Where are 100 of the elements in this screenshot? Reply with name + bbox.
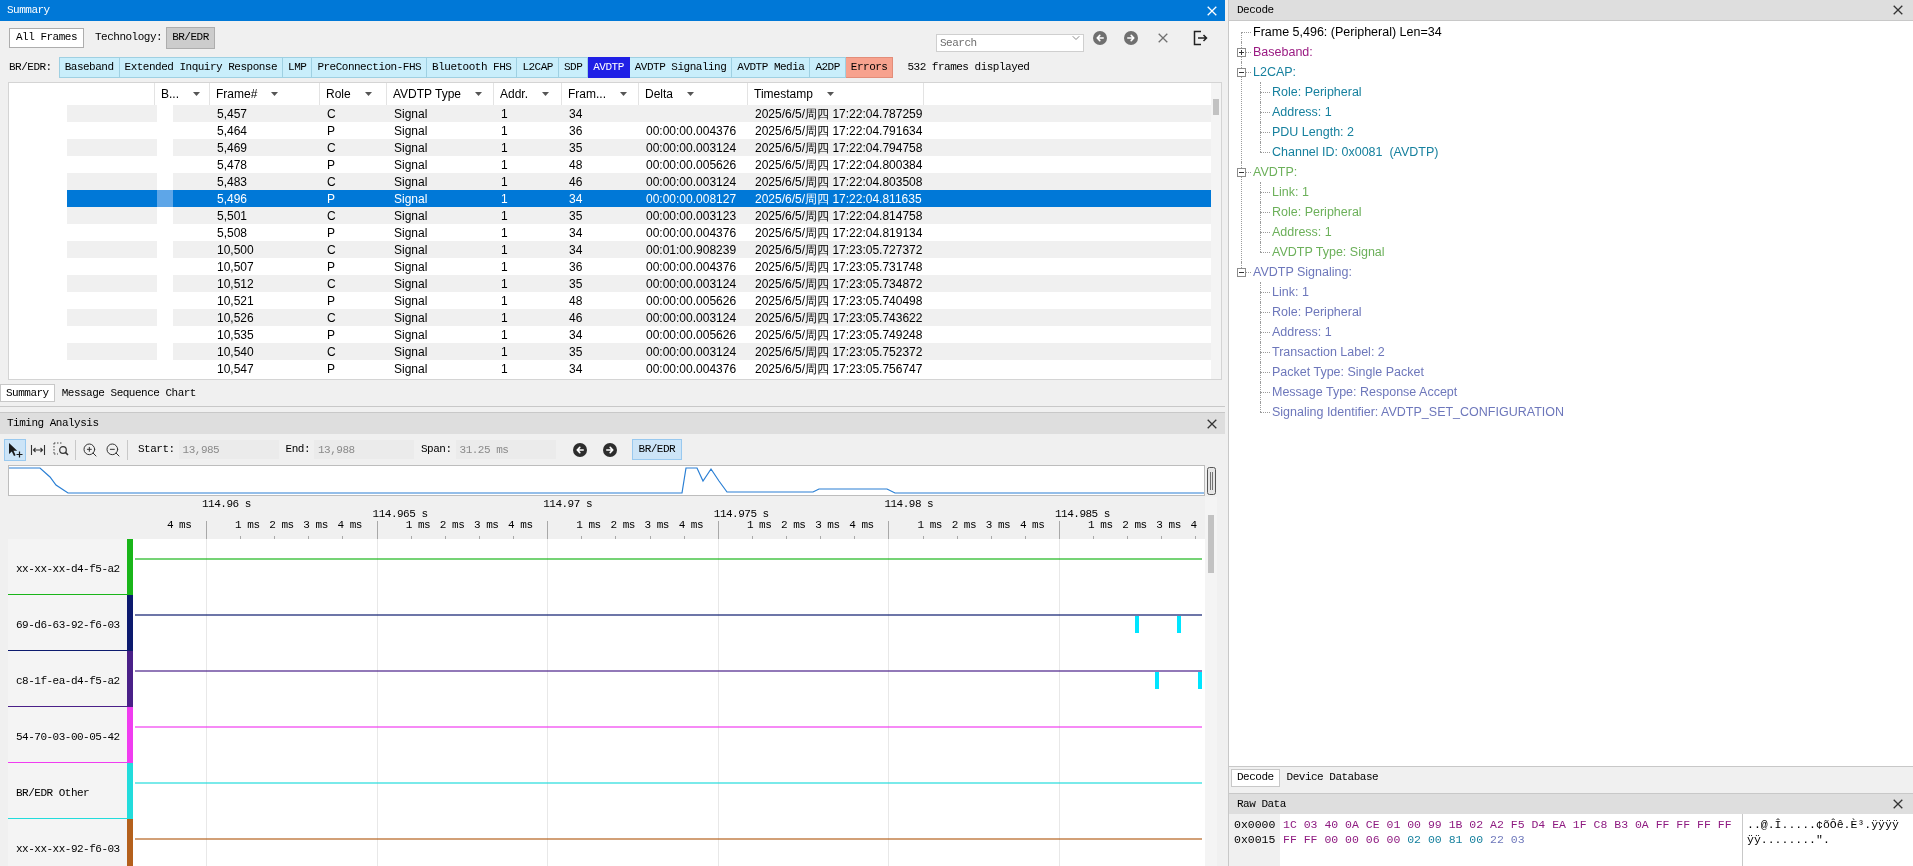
table-row[interactable]: 5,483 C Signal 1 46 00:00:00.003124 2025/6/5/周四 17:22:04.803508 (67, 173, 1211, 190)
table-row[interactable]: 10,526 C Signal 1 46 00:00:00.003124 2025/6/5/周四 17:23:05.743622 (67, 309, 1211, 326)
table-cell-text: 10,526 (216, 309, 255, 326)
table-row[interactable]: 5,457 C Signal 1 34 2025/6/5/周四 17:22:04.787259 (67, 105, 1211, 122)
event-marker[interactable] (1198, 672, 1202, 689)
table-cell-text: 10,500 (216, 241, 255, 258)
lane-label[interactable]: xx-xx-xx-d4-f5-a2 (8, 539, 127, 595)
tree-item[interactable]: Baseband: (1253, 44, 1313, 60)
panel-tab[interactable]: Device Database (1285, 768, 1380, 787)
view-button[interactable]: All Frames (9, 27, 84, 48)
tree-item[interactable]: Frame 5,496: (Peripheral) Len=34 (1253, 24, 1442, 40)
filter-tab[interactable]: SDP (558, 56, 589, 78)
tick-label: 1 ms (746, 519, 772, 532)
tree-item[interactable]: AVDTP Signaling: (1253, 264, 1352, 280)
table-cell-text: 48 (568, 292, 584, 309)
plus-box-icon[interactable] (1237, 48, 1246, 57)
lane-label[interactable]: 69-d6-63-92-f6-03 (8, 595, 127, 651)
event-marker[interactable] (1135, 616, 1139, 633)
table-row[interactable]: 10,500 C Signal 1 34 00:01:00.908239 2025/6/5/周四 17:23:05.727372 (67, 241, 1211, 258)
scroll-handle-icon[interactable] (1206, 467, 1216, 495)
caret-down-icon[interactable] (475, 92, 483, 96)
tree-item[interactable]: Address: 1 (1272, 104, 1332, 120)
tree-item[interactable]: Channel ID: 0x0081 (AVDTP) (1272, 144, 1439, 160)
scrollbar-thumb[interactable] (1208, 515, 1214, 573)
filter-tab[interactable]: AVDTP (588, 56, 630, 78)
lane-label[interactable]: BR/EDR Other (8, 763, 127, 819)
panel-tab[interactable]: Message Sequence Chart (60, 384, 197, 402)
event-marker[interactable] (1155, 672, 1159, 689)
table-cell-text: 2025/6/5/周四 17:22:04.791634 (754, 122, 924, 139)
scrollbar-thumb[interactable] (1213, 99, 1219, 115)
panel-title: Decode (1237, 3, 1274, 17)
tree-item[interactable]: Role: Peripheral (1272, 304, 1362, 320)
mode-toggle[interactable]: BR/EDR (631, 439, 683, 460)
table-cell-text: C (326, 275, 337, 292)
search-field[interactable]: Search (936, 33, 1084, 52)
blank-square-icon (157, 190, 173, 207)
tree-item[interactable]: Link: 1 (1272, 284, 1309, 300)
filter-tab[interactable]: Errors (845, 56, 894, 78)
close-icon[interactable] (1893, 799, 1903, 809)
lane-label[interactable]: xx-xx-xx-92-f6-03 (8, 819, 127, 866)
filter-tab[interactable]: AVDTP Media (732, 56, 811, 78)
export-icon[interactable] (1193, 29, 1208, 46)
table-cell-text: 00:00:00.003124 (645, 343, 738, 360)
caret-down-icon[interactable] (364, 92, 372, 96)
tree-item[interactable]: L2CAP: (1253, 64, 1297, 80)
table-cell-text: 1 (500, 343, 509, 360)
hex-bytes: 02 00 81 00 (1407, 832, 1484, 847)
minus-box-icon[interactable] (1237, 168, 1246, 177)
table-cell-text: 00:00:00.003124 (645, 275, 738, 292)
tick-label: 4 ms (508, 519, 533, 532)
filter-tab[interactable]: LMP (283, 56, 313, 78)
tree-item[interactable]: Role: Peripheral (1272, 84, 1362, 100)
offset-label: 0x0015 (1234, 832, 1277, 847)
filter-tab[interactable]: PreConnection-FHS (312, 56, 428, 78)
table-row[interactable]: 10,540 C Signal 1 35 00:00:00.003124 2025/6/5/周四 17:23:05.752372 (67, 343, 1211, 360)
tick-label: 1 ms (1088, 519, 1113, 532)
tree-item[interactable]: Signaling Identifier: AVDTP_SET_CONFIGURATION (1272, 404, 1564, 420)
caret-down-icon[interactable] (826, 92, 834, 96)
panel-tab[interactable]: Summary (0, 384, 55, 402)
close-icon[interactable] (1158, 32, 1168, 43)
tree-item[interactable]: Address: 1 (1272, 324, 1332, 340)
close-icon[interactable] (1207, 418, 1217, 429)
table-row[interactable]: 5,469 C Signal 1 35 00:00:00.003124 2025/6/5/周四 17:22:04.794758 (67, 139, 1211, 156)
tree-item[interactable]: Transaction Label: 2 (1272, 344, 1385, 360)
minus-box-icon[interactable] (1237, 68, 1246, 77)
tree-item[interactable]: Message Type: Response Accept (1272, 384, 1458, 400)
table-cell-text: 46 (568, 173, 584, 190)
table-row[interactable]: 5,501 C Signal 1 35 00:00:00.003123 2025/6/5/周四 17:22:04.814758 (67, 207, 1211, 224)
caret-down-icon[interactable] (687, 92, 694, 96)
lane-label[interactable]: 54-70-03-00-05-42 (8, 707, 127, 763)
table-cell-text: P (326, 258, 336, 275)
caret-down-icon[interactable] (620, 92, 627, 96)
tick-label: 1 ms (405, 519, 431, 532)
filter-tab[interactable]: A2DP (810, 56, 846, 78)
table-row[interactable]: 5,496 P Signal 1 34 00:00:00.008127 2025/6/5/周四 17:22:04.811635 (67, 190, 1211, 207)
tree-item[interactable]: PDU Length: 2 (1272, 124, 1354, 140)
caret-down-icon[interactable] (271, 92, 279, 96)
table-cell-text: Signal (393, 309, 429, 326)
table-cell-text: Signal (393, 105, 429, 122)
caret-down-icon[interactable] (542, 92, 550, 96)
minus-box-icon[interactable] (1237, 268, 1246, 277)
filter-tab[interactable]: L2CAP (517, 56, 559, 78)
table-cell-text: Signal (393, 275, 429, 292)
table-cell-text: 00:00:00.004376 (645, 224, 738, 241)
panel-tab[interactable]: Decode (1231, 768, 1280, 787)
table-row[interactable]: 10,512 C Signal 1 35 00:00:00.003124 2025/6/5/周四 17:23:05.734872 (67, 275, 1211, 292)
filter-tab[interactable]: Extended Inquiry Response (119, 56, 284, 78)
tree-item[interactable]: Packet Type: Single Packet (1272, 364, 1424, 380)
event-marker[interactable] (1177, 616, 1181, 633)
table-cell-text: 10,540 (216, 343, 255, 360)
filter-tab[interactable]: Bluetooth FHS (427, 56, 518, 78)
technology-button[interactable]: BR/EDR (166, 26, 215, 49)
lane-label[interactable]: c8-1f-ea-d4-f5-a2 (8, 651, 127, 707)
tick-label: 3 ms (303, 519, 328, 532)
caret-down-icon[interactable] (193, 92, 200, 96)
close-icon[interactable] (1893, 5, 1903, 15)
filter-tab[interactable]: AVDTP Signaling (629, 56, 733, 78)
field-label: End: (285, 443, 310, 456)
filter-tab[interactable]: Baseband (58, 56, 120, 78)
tool-button[interactable] (4, 438, 26, 461)
